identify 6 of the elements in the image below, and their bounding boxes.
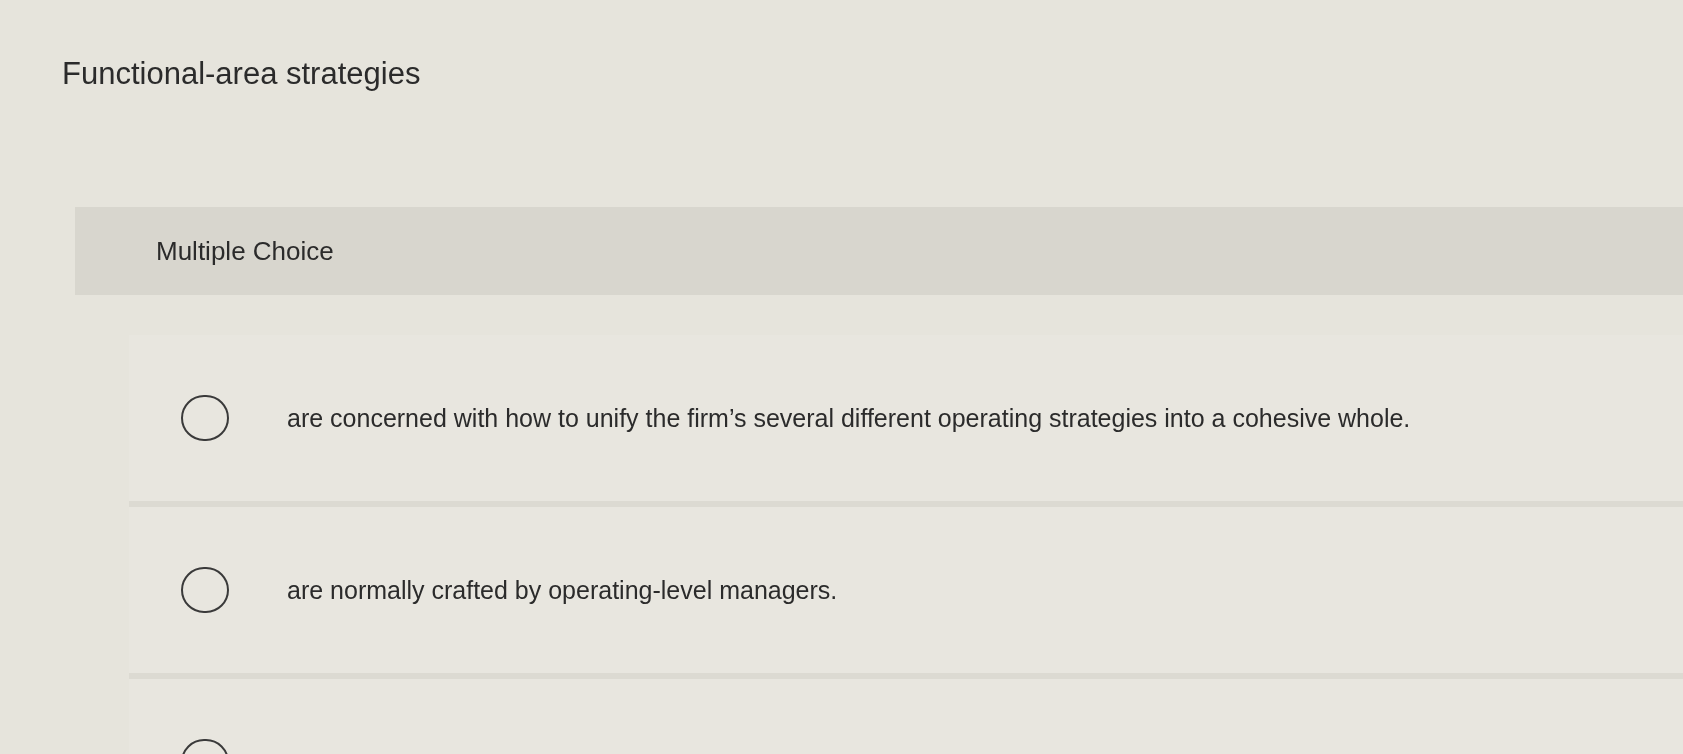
question-type-label: Multiple Choice <box>156 235 334 267</box>
option-text: are concerned with how to unify the firm’s several different operating strategies into a cohesive whole. <box>287 403 1411 433</box>
radio-button[interactable] <box>181 395 229 441</box>
question-title: Functional-area strategies <box>62 56 421 92</box>
option-text: are normally crafted by operating-level managers. <box>287 575 838 605</box>
radio-button[interactable] <box>181 567 229 613</box>
